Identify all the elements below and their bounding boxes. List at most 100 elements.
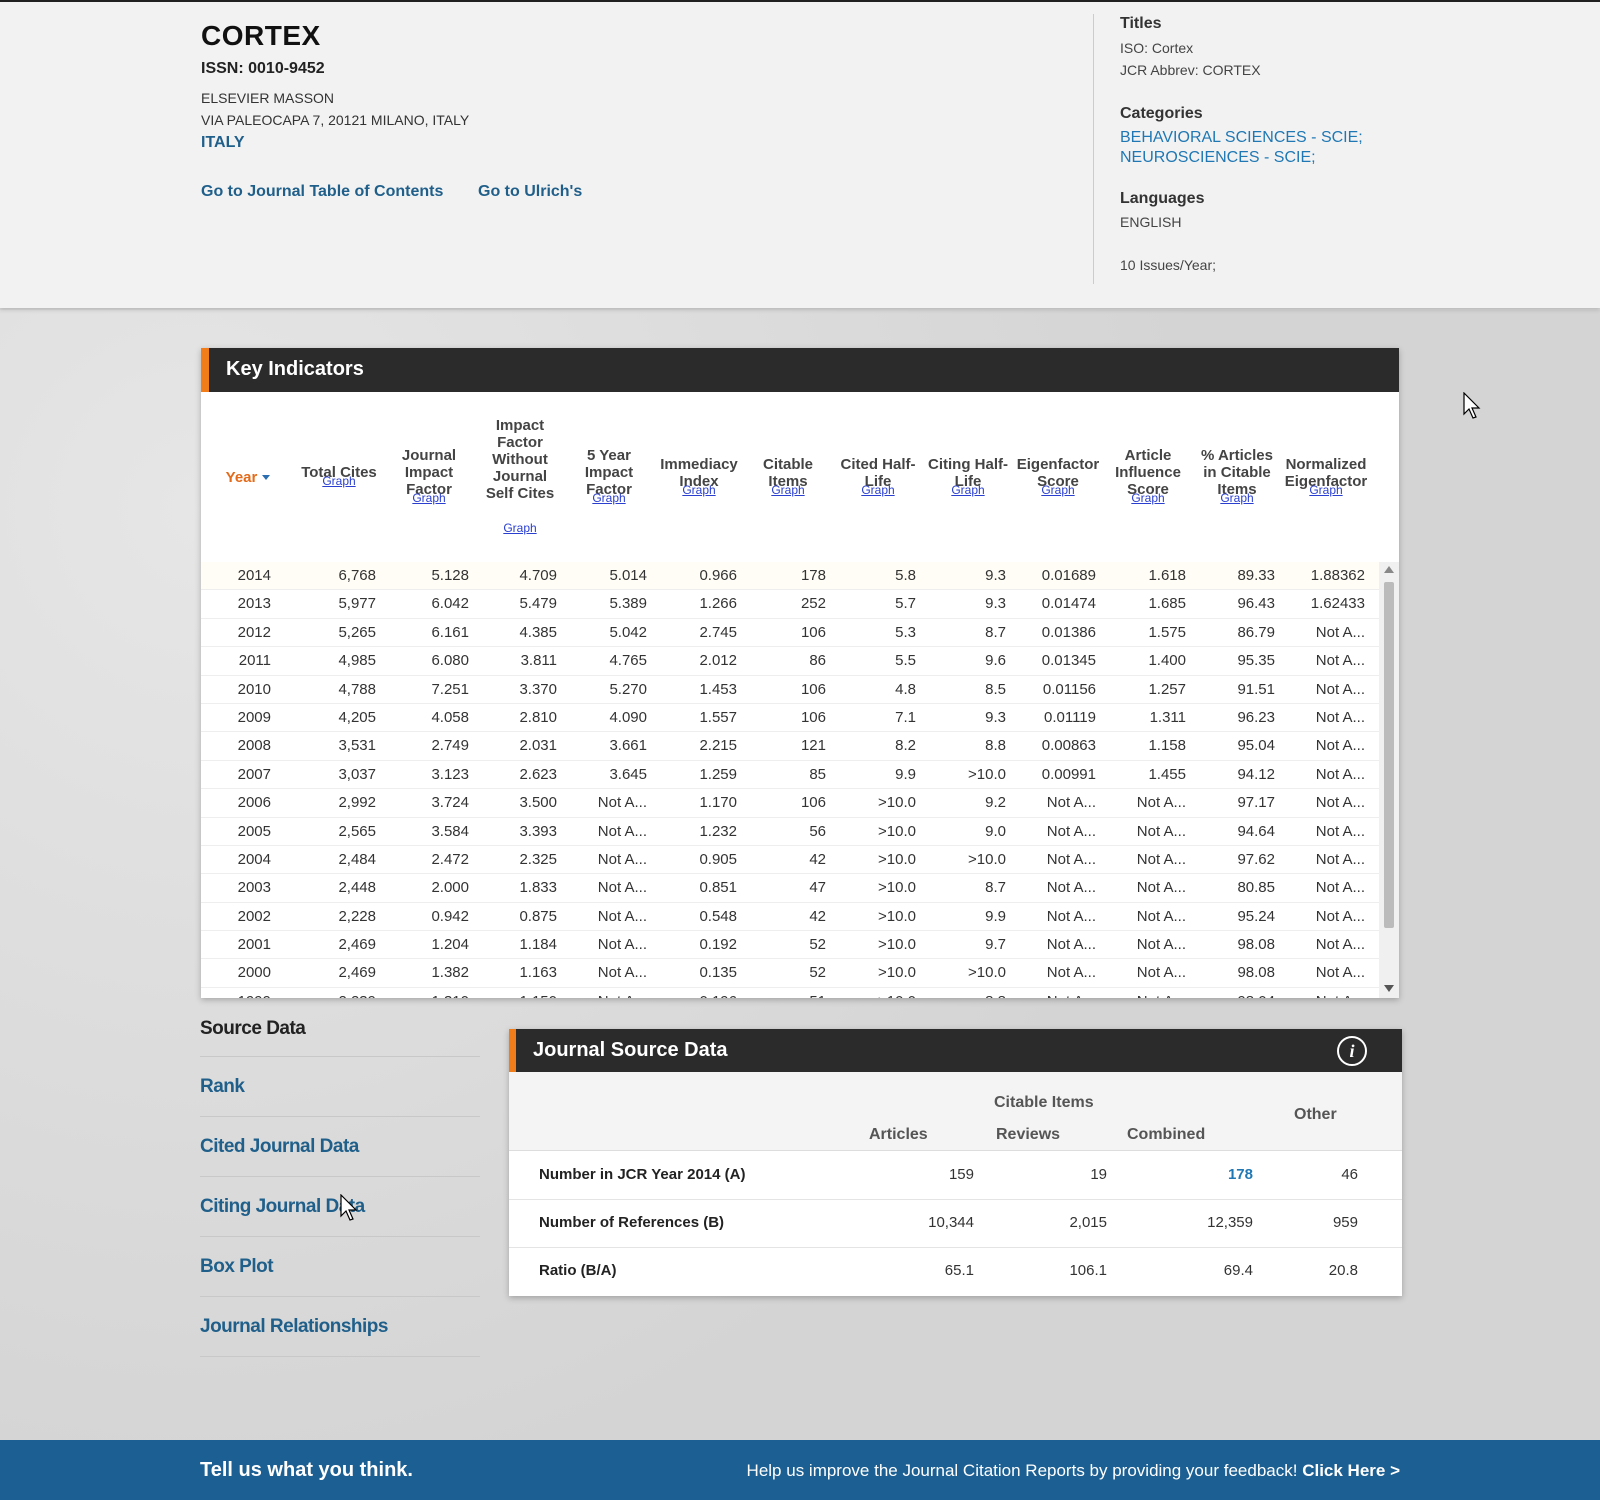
column-header[interactable]: Immediacy Index Graph bbox=[654, 392, 744, 562]
graph-link[interactable]: Graph bbox=[1041, 482, 1074, 499]
scrollbar-thumb[interactable] bbox=[1384, 582, 1394, 928]
table-cell: Not A... bbox=[1046, 822, 1096, 840]
column-header[interactable]: % Articles in Citable Items Graph bbox=[1197, 392, 1277, 562]
table-cell: 2,469 bbox=[338, 936, 376, 954]
year-cell: 2010 bbox=[237, 680, 271, 698]
ulrichs-link[interactable]: Go to Ulrich's bbox=[478, 183, 582, 201]
column-header[interactable]: Cited Half-Life Graph bbox=[836, 392, 921, 562]
graph-link[interactable]: Graph bbox=[1220, 490, 1253, 507]
nav-box-plot[interactable]: Box Plot bbox=[200, 1256, 274, 1278]
nav-divider bbox=[200, 1116, 480, 1117]
table-cell: Not A... bbox=[1315, 680, 1365, 698]
column-header[interactable]: Journal Impact Factor Graph bbox=[389, 392, 469, 562]
table-cell: 2.215 bbox=[699, 737, 737, 755]
table-cell: Not A... bbox=[1136, 964, 1186, 982]
table-cell: 52 bbox=[809, 936, 826, 954]
table-cell: 3.370 bbox=[519, 680, 557, 698]
scroll-down-arrow-icon[interactable] bbox=[1384, 985, 1394, 992]
table-cell: 5.8 bbox=[895, 567, 916, 584]
table-cell: 1.259 bbox=[699, 765, 737, 783]
year-cell: 2014 bbox=[237, 567, 271, 584]
key-indicators-column-headers: Year Total Cites Graph Journal Impact Facto… bbox=[201, 392, 1399, 563]
table-cell: 0.875 bbox=[519, 907, 557, 925]
nav-cited-journal-data[interactable]: Cited Journal Data bbox=[200, 1136, 359, 1158]
column-header[interactable]: Eigenfactor Score Graph bbox=[1013, 392, 1103, 562]
table-cell: 1.453 bbox=[699, 680, 737, 698]
row-label: Number in JCR Year 2014 (A) bbox=[539, 1166, 746, 1183]
combined-value-link[interactable]: 178 bbox=[1228, 1166, 1253, 1183]
table-cell: Not A... bbox=[1315, 907, 1365, 925]
column-header[interactable]: Citing Half-Life Graph bbox=[928, 392, 1008, 562]
year-sort-header[interactable]: Year bbox=[208, 392, 288, 562]
table-cell: 95.04 bbox=[1237, 737, 1275, 755]
scroll-up-arrow-icon[interactable] bbox=[1384, 566, 1394, 573]
graph-link[interactable]: Graph bbox=[412, 490, 445, 507]
table-cell: Not A... bbox=[1315, 652, 1365, 670]
nav-divider bbox=[200, 1176, 480, 1177]
table-cell: 3.724 bbox=[431, 794, 469, 812]
table-cell: 97.17 bbox=[1237, 794, 1275, 812]
table-row: 2003 2,448 2.000 1.833 Not A... 0.851 47 >10.0 8… bbox=[201, 874, 1379, 903]
year-cell: 2005 bbox=[237, 822, 271, 840]
nav-divider bbox=[200, 1296, 480, 1297]
column-header[interactable]: Citable Items Graph bbox=[753, 392, 823, 562]
table-cell: 98.04 bbox=[1237, 993, 1275, 998]
row-label: Ratio (B/A) bbox=[539, 1262, 617, 1279]
graph-link[interactable]: Graph bbox=[503, 520, 536, 537]
table-cell: 5.128 bbox=[431, 567, 469, 584]
column-header[interactable]: Total Cites Graph bbox=[299, 392, 379, 562]
table-cell: 0.01345 bbox=[1041, 652, 1096, 670]
graph-link[interactable]: Graph bbox=[861, 482, 894, 499]
graph-link[interactable]: Graph bbox=[322, 473, 355, 490]
table-scrollbar[interactable] bbox=[1379, 562, 1399, 998]
table-cell: 89.33 bbox=[1237, 567, 1275, 584]
category-behavioral-link[interactable]: BEHAVIORAL SCIENCES - SCIE; bbox=[1120, 129, 1363, 147]
table-cell: 1.557 bbox=[699, 708, 737, 726]
table-cell: 0.135 bbox=[699, 964, 737, 982]
nav-source-data[interactable]: Source Data bbox=[200, 1018, 306, 1040]
table-cell: 106 bbox=[800, 708, 826, 726]
graph-link[interactable]: Graph bbox=[592, 490, 625, 507]
graph-link[interactable]: Graph bbox=[951, 482, 984, 499]
journal-address: VIA PALEOCAPA 7, 20121 MILANO, ITALY bbox=[201, 112, 470, 128]
table-cell: 5,977 bbox=[338, 595, 376, 613]
category-neurosciences-link[interactable]: NEUROSCIENCES - SCIE; bbox=[1120, 149, 1316, 167]
graph-link[interactable]: Graph bbox=[682, 482, 715, 499]
nav-journal-relationships[interactable]: Journal Relationships bbox=[200, 1316, 388, 1338]
graph-link[interactable]: Graph bbox=[1131, 490, 1164, 507]
column-header[interactable]: Normalized Eigenfactor Graph bbox=[1281, 392, 1371, 562]
table-cell: 42 bbox=[809, 850, 826, 868]
mouse-pointer-icon bbox=[1463, 392, 1481, 419]
table-cell: 0.00863 bbox=[1041, 737, 1096, 755]
table-cell: 6.042 bbox=[431, 595, 469, 613]
articles-value: 65.1 bbox=[944, 1262, 974, 1279]
graph-link[interactable]: Graph bbox=[1309, 482, 1342, 499]
graph-link[interactable]: Graph bbox=[771, 482, 804, 499]
table-row: 2004 2,484 2.472 2.325 Not A... 0.905 42 >10.0 >… bbox=[201, 846, 1379, 875]
table-cell: 56 bbox=[809, 822, 826, 840]
table-cell: 0.01386 bbox=[1041, 623, 1096, 641]
journal-toc-link[interactable]: Go to Journal Table of Contents bbox=[201, 183, 443, 201]
nav-rank[interactable]: Rank bbox=[200, 1076, 245, 1098]
journal-publisher: ELSEVIER MASSON bbox=[201, 90, 335, 106]
column-header[interactable]: Article Influence Score Graph bbox=[1108, 392, 1188, 562]
column-header[interactable]: Impact Factor Without Journal Self Cites… bbox=[480, 392, 560, 562]
table-cell: 9.7 bbox=[985, 936, 1006, 954]
table-cell: Not A... bbox=[1046, 964, 1096, 982]
key-indicators-header: Key Indicators bbox=[201, 348, 1399, 392]
other-value: 20.8 bbox=[1328, 1262, 1358, 1279]
journal-country: ITALY bbox=[201, 134, 245, 151]
table-cell: 2,565 bbox=[338, 822, 376, 840]
year-cell: 2007 bbox=[237, 765, 271, 783]
table-row: 1999 2,239 1.310 1.150 Not A... 0.196 51 >10.0 8… bbox=[201, 988, 1379, 998]
table-row: 2000 2,469 1.382 1.163 Not A... 0.135 52 >10.0 >… bbox=[201, 959, 1379, 988]
table-cell: 2.749 bbox=[431, 737, 469, 755]
table-cell: 1.455 bbox=[1148, 765, 1186, 783]
feedback-click-here-link[interactable]: Click Here > bbox=[1302, 1461, 1400, 1480]
table-cell: 4.090 bbox=[609, 708, 647, 726]
info-icon[interactable]: i bbox=[1337, 1036, 1367, 1066]
column-header[interactable]: 5 Year Impact Factor Graph bbox=[569, 392, 649, 562]
table-cell: 106 bbox=[800, 680, 826, 698]
table-cell: 2,469 bbox=[338, 964, 376, 982]
jcr-abbrev: JCR Abbrev: CORTEX bbox=[1120, 62, 1261, 78]
